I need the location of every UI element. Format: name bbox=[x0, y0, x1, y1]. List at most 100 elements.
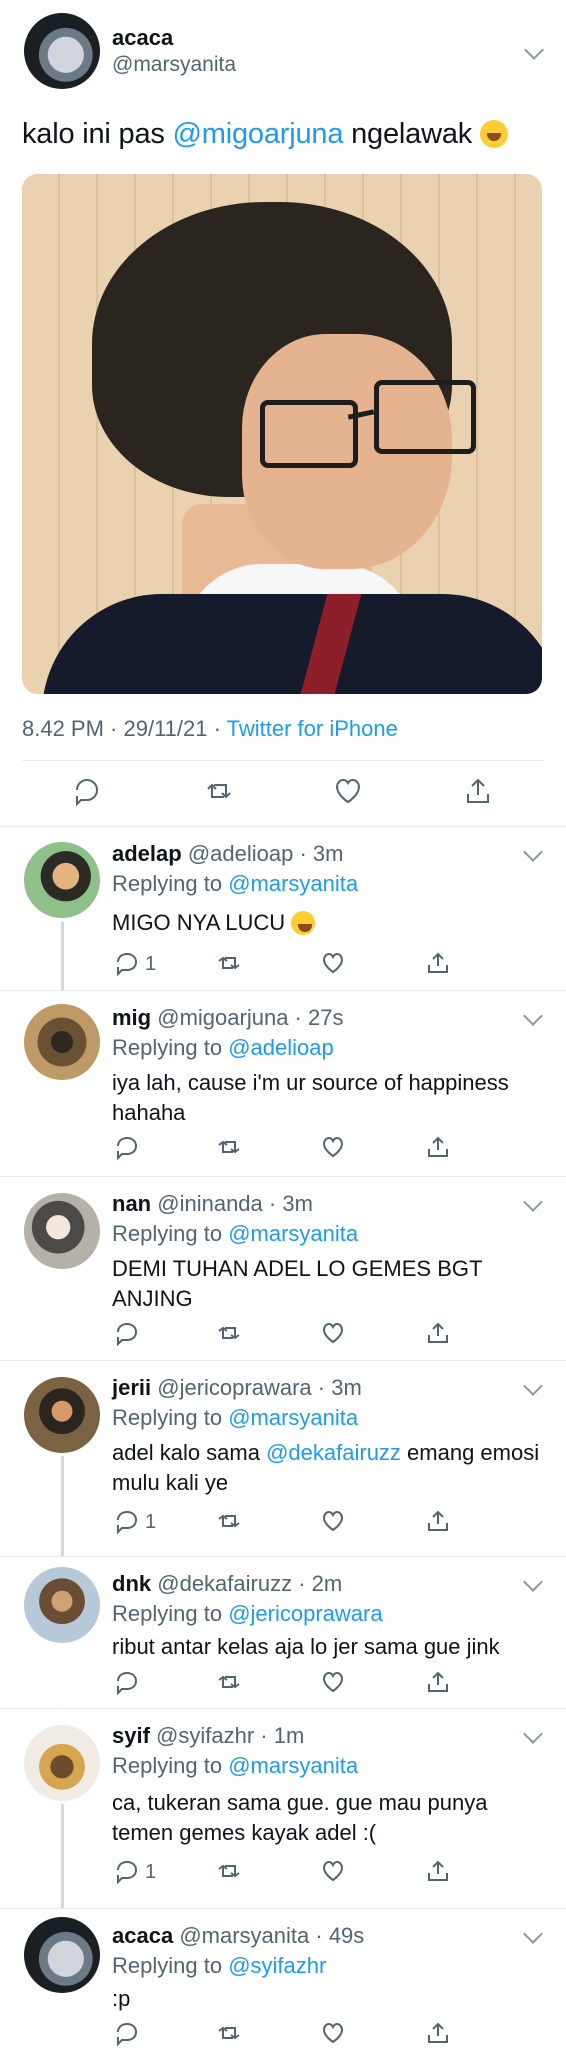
replying-to-link[interactable]: @marsyanita bbox=[228, 871, 358, 896]
heart-icon[interactable] bbox=[320, 1320, 346, 1346]
avatar[interactable] bbox=[24, 1567, 100, 1643]
author-name[interactable]: mig bbox=[112, 1005, 151, 1030]
crying-face-emoji-icon bbox=[479, 120, 508, 148]
author-handle[interactable]: @jericoprawara bbox=[157, 1375, 311, 1400]
reply-text: adel kalo sama @dekafairuzz emang emosi … bbox=[112, 1440, 540, 1495]
avatar[interactable] bbox=[24, 842, 100, 918]
replying-to-link[interactable]: @jericoprawara bbox=[228, 1601, 382, 1626]
separator-dot: · bbox=[254, 1723, 274, 1748]
reply-tweet-2[interactable]: mig @migoarjuna · 27s Replying to @adeli… bbox=[0, 990, 566, 1177]
avatar[interactable] bbox=[24, 1004, 100, 1080]
share-icon[interactable] bbox=[425, 1669, 451, 1695]
heart-icon[interactable] bbox=[320, 1134, 346, 1160]
mention-link[interactable]: @migoarjuna bbox=[173, 118, 344, 150]
share-icon[interactable] bbox=[425, 2020, 451, 2046]
author-name[interactable]: jerii bbox=[112, 1375, 151, 1400]
reply-time: 27s bbox=[308, 1005, 344, 1030]
retweet-icon[interactable] bbox=[216, 1320, 242, 1346]
heart-icon[interactable] bbox=[320, 2020, 346, 2046]
reply-icon[interactable] bbox=[114, 2020, 140, 2047]
tweet-meta: 8.42 PM · 29/11/21 · Twitter for iPhone bbox=[22, 716, 398, 742]
reply-header: syif @syifazhr · 1m bbox=[112, 1723, 304, 1749]
chevron-down-icon[interactable] bbox=[523, 1724, 543, 1744]
tweet-actions bbox=[0, 776, 566, 816]
author-name[interactable]: syif bbox=[112, 1723, 150, 1748]
share-icon[interactable] bbox=[463, 776, 493, 806]
reply-tweet-3[interactable]: nan @ininanda · 3m Replying to @marsyani… bbox=[0, 1176, 566, 1361]
heart-icon[interactable] bbox=[333, 776, 363, 806]
tweet-photo[interactable] bbox=[22, 174, 542, 694]
author-handle[interactable]: @marsyanita bbox=[179, 1923, 309, 1948]
share-icon[interactable] bbox=[425, 1134, 451, 1160]
replying-to-link[interactable]: @marsyanita bbox=[228, 1405, 358, 1430]
reply-tweet-4[interactable]: jerii @jericoprawara · 3m Replying to @m… bbox=[0, 1360, 566, 1557]
retweet-icon[interactable] bbox=[204, 776, 234, 806]
author-handle[interactable]: @dekafairuzz bbox=[157, 1571, 292, 1596]
author-handle[interactable]: @syifazhr bbox=[156, 1723, 254, 1748]
chevron-down-icon[interactable] bbox=[523, 1572, 543, 1592]
heart-icon[interactable] bbox=[320, 1669, 346, 1695]
replying-to-link[interactable]: @adelioap bbox=[228, 1035, 334, 1060]
retweet-icon[interactable] bbox=[216, 1134, 242, 1160]
reply-icon[interactable] bbox=[114, 1669, 140, 1696]
avatar[interactable] bbox=[24, 13, 100, 89]
mention-link[interactable]: @dekafairuzz bbox=[266, 1440, 401, 1465]
author-name[interactable]: acaca bbox=[112, 1923, 173, 1948]
reply-time: 3m bbox=[282, 1191, 313, 1216]
share-icon[interactable] bbox=[425, 1508, 451, 1534]
replying-to-link[interactable]: @marsyanita bbox=[228, 1753, 358, 1778]
author-handle[interactable]: @ininanda bbox=[157, 1191, 263, 1216]
chevron-down-icon[interactable] bbox=[523, 1924, 543, 1944]
heart-icon[interactable] bbox=[320, 950, 346, 976]
share-icon[interactable] bbox=[425, 950, 451, 976]
author-name[interactable]: adelap bbox=[112, 841, 182, 866]
reply-icon[interactable] bbox=[114, 1320, 140, 1347]
author-name[interactable]: nan bbox=[112, 1191, 151, 1216]
reply-text: ribut antar kelas aja lo jer sama gue ji… bbox=[112, 1634, 500, 1659]
author-handle[interactable]: @marsyanita bbox=[112, 53, 236, 77]
source-link[interactable]: Twitter for iPhone bbox=[227, 716, 398, 741]
author-handle[interactable]: @migoarjuna bbox=[157, 1005, 288, 1030]
author-handle[interactable]: @adelioap bbox=[188, 841, 294, 866]
replying-to-link[interactable]: @syifazhr bbox=[228, 1953, 326, 1978]
replying-to-link[interactable]: @marsyanita bbox=[228, 1221, 358, 1246]
share-icon[interactable] bbox=[425, 1858, 451, 1884]
avatar[interactable] bbox=[24, 1917, 100, 1993]
reply-tweet-5[interactable]: dnk @dekafairuzz · 2m Replying to @jeric… bbox=[0, 1556, 566, 1709]
tweet-thread-page: acaca @marsyanita kalo ini pas @migoarju… bbox=[0, 0, 566, 2048]
avatar[interactable] bbox=[24, 1377, 100, 1453]
separator-dot: · bbox=[288, 1005, 308, 1030]
timestamp: 8.42 PM · 29/11/21 · bbox=[22, 716, 227, 741]
author-name[interactable]: dnk bbox=[112, 1571, 151, 1596]
chevron-down-icon[interactable] bbox=[523, 1192, 543, 1212]
share-icon[interactable] bbox=[425, 1320, 451, 1346]
retweet-icon[interactable] bbox=[216, 1858, 242, 1884]
chevron-down-icon[interactable] bbox=[523, 842, 543, 862]
reply-text: DEMI TUHAN ADEL LO GEMES BGT ANJING bbox=[112, 1256, 483, 1311]
chevron-down-icon[interactable] bbox=[524, 40, 544, 60]
avatar[interactable] bbox=[24, 1193, 100, 1269]
retweet-icon[interactable] bbox=[216, 1508, 242, 1534]
chevron-down-icon[interactable] bbox=[523, 1006, 543, 1026]
replying-to: Replying to @adelioap bbox=[112, 1035, 334, 1060]
thread-line bbox=[61, 1456, 64, 1556]
reply-icon[interactable] bbox=[72, 776, 102, 807]
reply-tweet-1[interactable]: adelap @adelioap · 3m Replying to @marsy… bbox=[0, 826, 566, 991]
retweet-icon[interactable] bbox=[216, 2020, 242, 2046]
heart-icon[interactable] bbox=[320, 1508, 346, 1534]
retweet-icon[interactable] bbox=[216, 1669, 242, 1695]
reply-icon[interactable] bbox=[114, 1134, 140, 1161]
reply-icon[interactable] bbox=[114, 950, 140, 977]
tweet-text-after: ngelawak bbox=[343, 118, 473, 150]
reply-time: 3m bbox=[331, 1375, 362, 1400]
author-name[interactable]: acaca bbox=[112, 25, 173, 51]
retweet-icon[interactable] bbox=[216, 950, 242, 976]
chevron-down-icon[interactable] bbox=[523, 1376, 543, 1396]
thread-line bbox=[61, 1804, 64, 1908]
reply-tweet-6[interactable]: syif @syifazhr · 1m Replying to @marsyan… bbox=[0, 1708, 566, 1909]
heart-icon[interactable] bbox=[320, 1858, 346, 1884]
reply-icon[interactable] bbox=[114, 1508, 140, 1535]
reply-tweet-7[interactable]: acaca @marsyanita · 49s Replying to @syi… bbox=[0, 1908, 566, 2048]
reply-icon[interactable] bbox=[114, 1858, 140, 1885]
avatar[interactable] bbox=[24, 1725, 100, 1801]
